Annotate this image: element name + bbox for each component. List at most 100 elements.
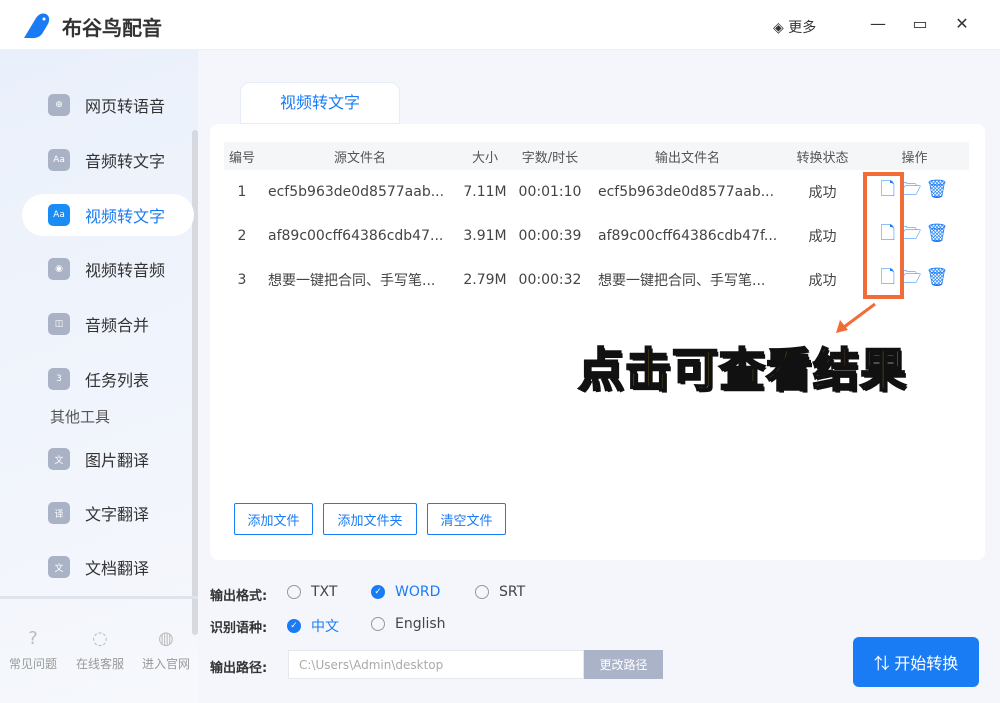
radio-srt[interactable]: SRT [475,584,525,600]
col-header: 源文件名 [260,142,460,170]
faq-link[interactable]: ? 常见问题 [3,628,63,672]
radio-txt[interactable]: TXT [287,584,337,600]
trash-icon[interactable]: 🗑 [925,223,948,244]
radio-label: English [395,616,446,632]
trash-icon[interactable]: 🗑 [925,179,948,200]
radio-chinese[interactable]: ✓ 中文 [287,616,339,636]
col-header: 转换状态 [785,142,860,170]
radio-word[interactable]: ✓ WORD [371,584,440,600]
col-header: 编号 [224,142,260,170]
convert-icon: ⇅ [873,656,895,673]
col-header: 操作 [860,142,969,170]
close-button[interactable]: ✕ [952,14,972,33]
support-link[interactable]: ◌ 在线客服 [70,628,130,672]
table-row: 3 想要一键把合同、手写笔... 2.79M 00:00:32 想要一键把合同、手写笔.… [224,258,969,302]
task-icon: 3 [48,368,70,390]
table-row: 2 af89c00cff64386cdb47... 3.91M 00:00:39 af8… [224,214,969,258]
highlight-box [863,172,904,299]
add-folder-button[interactable]: 添加文件夹 [323,503,417,535]
table-cell: 成功 [808,185,837,201]
nav-label: 文档翻译 [85,559,150,578]
nav-label: 文字翻译 [85,505,150,524]
table-cell: 2 [237,228,247,244]
table-row: 1 ecf5b963de0d8577aab... 7.11M 00:01:10 ecf5… [224,170,969,214]
table-cell: 成功 [808,229,837,245]
radio-label: 中文 [311,619,339,635]
nav-label: 图片翻译 [85,451,150,470]
more-label: 更多 [788,20,817,36]
audio-text-icon: Aa [48,149,70,171]
divider [0,596,198,599]
merge-icon: ◫ [48,313,70,335]
check-icon: ✓ [287,619,301,633]
radio-label: TXT [311,584,338,600]
table-cell: 成功 [808,273,837,289]
radio-label: SRT [499,584,526,600]
nav-label: 音频合并 [85,316,150,335]
sidebar-item-doc-translate[interactable]: 文文档翻译 [22,546,194,588]
change-path-button[interactable]: 更改路径 [584,650,663,679]
sidebar-item-web-to-speech[interactable]: ⊕ 网页转语音 [22,84,194,126]
nav-label: 音频转文字 [85,152,166,171]
add-file-button[interactable]: 添加文件 [234,503,313,535]
minimize-button[interactable]: — [868,14,888,33]
table-cell: 2.79M [463,272,507,288]
table-cell: 00:00:39 [518,228,582,244]
footer-label: 常见问题 [8,657,57,671]
bird-logo-icon [24,13,50,39]
footer-label: 进入官网 [141,657,190,671]
start-label: 开始转换 [894,656,959,673]
more-menu[interactable]: ◈ 更多 [773,17,816,37]
table-cell: 想要一键把合同、手写笔... [268,273,436,289]
sidebar-item-text-translate[interactable]: 译文字翻译 [22,492,194,534]
table-cell: 00:00:32 [518,272,582,288]
chat-translate-icon: 译 [48,502,70,524]
table-cell: 7.11M [463,184,507,200]
table-cell: 00:01:10 [518,184,582,200]
app-title: 布谷鸟配音 [62,16,162,40]
col-header: 输出文件名 [590,142,785,170]
title-bar: 布谷鸟配音 ◈ 更多 — ▭ ✕ [0,0,1000,50]
table-cell: 1 [237,184,247,200]
callout-text: 点击可查看结果 [577,342,907,398]
file-table: 编号 源文件名 大小 字数/时长 输出文件名 转换状态 操作 1 ecf5b963… [224,142,969,302]
tab-video-to-text[interactable]: 视频转文字 [240,82,400,124]
sidebar-item-video-to-audio[interactable]: ◉ 视频转音频 [22,248,194,290]
video-audio-icon: ◉ [48,258,70,280]
table-cell: af89c00cff64386cdb47... [268,228,444,244]
nav-label: 网页转语音 [85,97,166,116]
table-cell: 想要一键把合同、手写笔... [598,273,766,289]
headset-icon: ◌ [92,628,108,649]
planet-icon: ◍ [158,628,174,649]
start-convert-button[interactable]: ⇅ 开始转换 [853,637,979,687]
section-title: 其他工具 [50,408,111,426]
clear-files-button[interactable]: 清空文件 [427,503,506,535]
col-header: 大小 [460,142,510,170]
sidebar-item-image-translate[interactable]: 文图片翻译 [22,438,194,480]
output-path-field[interactable]: C:\Users\Admin\desktop [288,650,584,679]
website-link[interactable]: ◍ 进入官网 [136,628,196,672]
nav-label: 视频转文字 [85,207,166,226]
format-label: 输出格式: [210,589,268,604]
sidebar-item-task-list[interactable]: 3 任务列表 [22,358,194,400]
table-cell: af89c00cff64386cdb47f... [598,228,778,244]
translate-icon: 文 [48,448,70,470]
footer-label: 在线客服 [75,657,124,671]
globe-icon: ⊕ [48,94,70,116]
sidebar: ⊕ 网页转语音 Aa 音频转文字 Aa 视频转文字 ◉ 视频转音频 ◫ 音频合并 3 任务列… [0,50,198,703]
radio-english[interactable]: English [371,616,446,632]
language-label: 识别语种: [210,621,268,636]
col-header: 字数/时长 [510,142,590,170]
radio-label: WORD [395,584,441,600]
maximize-button[interactable]: ▭ [910,14,930,33]
sidebar-item-audio-to-text[interactable]: Aa 音频转文字 [22,139,194,181]
sidebar-item-video-to-text[interactable]: Aa 视频转文字 [22,194,194,236]
nav-label: 视频转音频 [85,261,166,280]
check-icon: ✓ [371,585,385,599]
table-cell: ecf5b963de0d8577aab... [268,184,445,200]
doc-translate-icon: 文 [48,556,70,578]
sidebar-item-audio-merge[interactable]: ◫ 音频合并 [22,303,194,345]
table-cell: 3.91M [463,228,507,244]
video-text-icon: Aa [48,204,70,226]
trash-icon[interactable]: 🗑 [925,267,948,288]
